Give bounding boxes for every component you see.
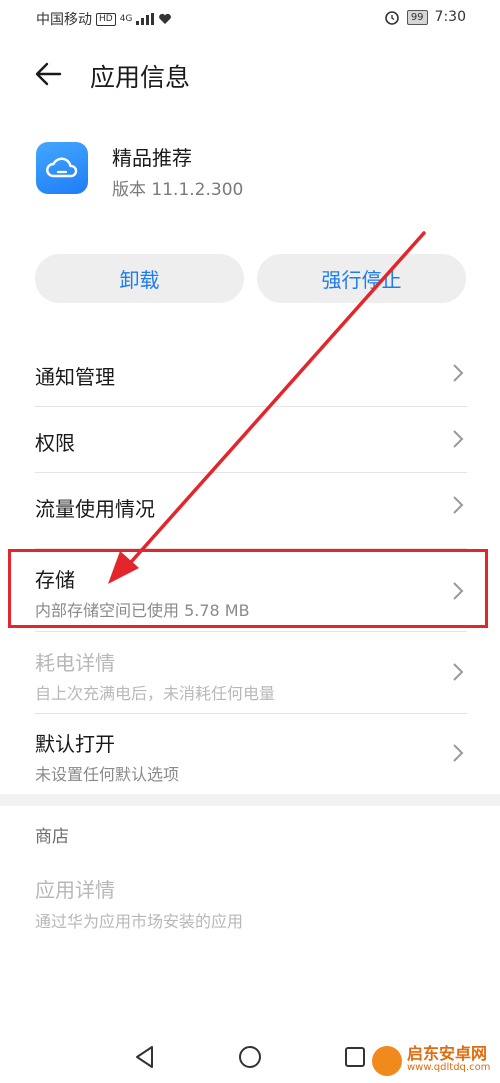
settings-item-open-by-default[interactable]: 默认打开 未设置任何默认选项	[0, 714, 500, 794]
settings-item-title: 默认打开	[35, 732, 115, 756]
settings-item-permissions[interactable]: 权限	[0, 406, 500, 472]
arrow-left-icon	[35, 62, 62, 86]
chevron-right-icon	[453, 663, 464, 681]
app-header: 应用信息	[0, 50, 500, 98]
settings-item-title: 耗电详情	[35, 651, 115, 675]
uninstall-button[interactable]: 卸载	[35, 254, 244, 303]
back-button[interactable]	[30, 56, 66, 92]
settings-item-subtitle: 自上次充满电后，未消耗任何电量	[35, 684, 276, 703]
watermark-logo-icon	[372, 1046, 402, 1076]
alarm-icon	[385, 11, 399, 25]
hd-badge: HD	[96, 12, 116, 26]
chevron-right-icon	[453, 364, 464, 382]
store-item-title: 应用详情	[35, 878, 115, 902]
watermark-name: 启东安卓网	[407, 1044, 488, 1063]
section-separator	[0, 794, 500, 806]
store-item-app-details[interactable]: 应用详情 通过华为应用市场安装的应用	[0, 860, 500, 940]
force-stop-button[interactable]: 强行停止	[257, 254, 466, 303]
chevron-right-icon	[453, 496, 464, 514]
watermark: 启东安卓网 www.qdltdq.com	[372, 1046, 490, 1076]
app-version: 版本 11.1.2.300	[112, 180, 244, 200]
chevron-right-icon	[453, 744, 464, 762]
settings-item-title: 流量使用情况	[35, 497, 155, 521]
settings-item-notifications[interactable]: 通知管理	[0, 340, 500, 406]
app-icon	[36, 142, 88, 194]
heart-icon	[159, 13, 172, 24]
chevron-right-icon	[453, 430, 464, 448]
battery-level: 99	[406, 9, 428, 25]
nav-home-icon[interactable]	[235, 1042, 265, 1072]
network-type: 4G	[119, 14, 133, 24]
status-bar: 中国移动 HD 4G 99 7:30	[0, 0, 500, 34]
settings-item-battery[interactable]: 耗电详情 自上次充满电后，未消耗任何电量	[0, 632, 500, 712]
app-name: 精品推荐	[112, 146, 192, 170]
status-right: 99 7:30	[384, 9, 466, 25]
annotation-highlight-box	[8, 549, 488, 628]
nav-back-icon[interactable]	[130, 1042, 160, 1072]
clock: 7:30	[434, 9, 466, 25]
store-item-subtitle: 通过华为应用市场安装的应用	[35, 912, 244, 931]
watermark-url: www.qdltdq.com	[407, 1062, 491, 1073]
signal-icon	[136, 13, 155, 25]
page-title: 应用信息	[90, 63, 191, 92]
settings-item-subtitle: 未设置任何默认选项	[35, 765, 180, 784]
cloud-icon	[46, 157, 78, 178]
settings-item-title: 权限	[35, 431, 75, 455]
settings-item-data-usage[interactable]: 流量使用情况	[0, 472, 500, 538]
status-left: 中国移动 HD 4G	[36, 9, 172, 29]
nav-recents-icon[interactable]	[340, 1042, 370, 1072]
settings-item-title: 通知管理	[35, 365, 115, 389]
carrier-name: 中国移动	[36, 12, 92, 28]
section-label-store: 商店	[35, 827, 69, 847]
